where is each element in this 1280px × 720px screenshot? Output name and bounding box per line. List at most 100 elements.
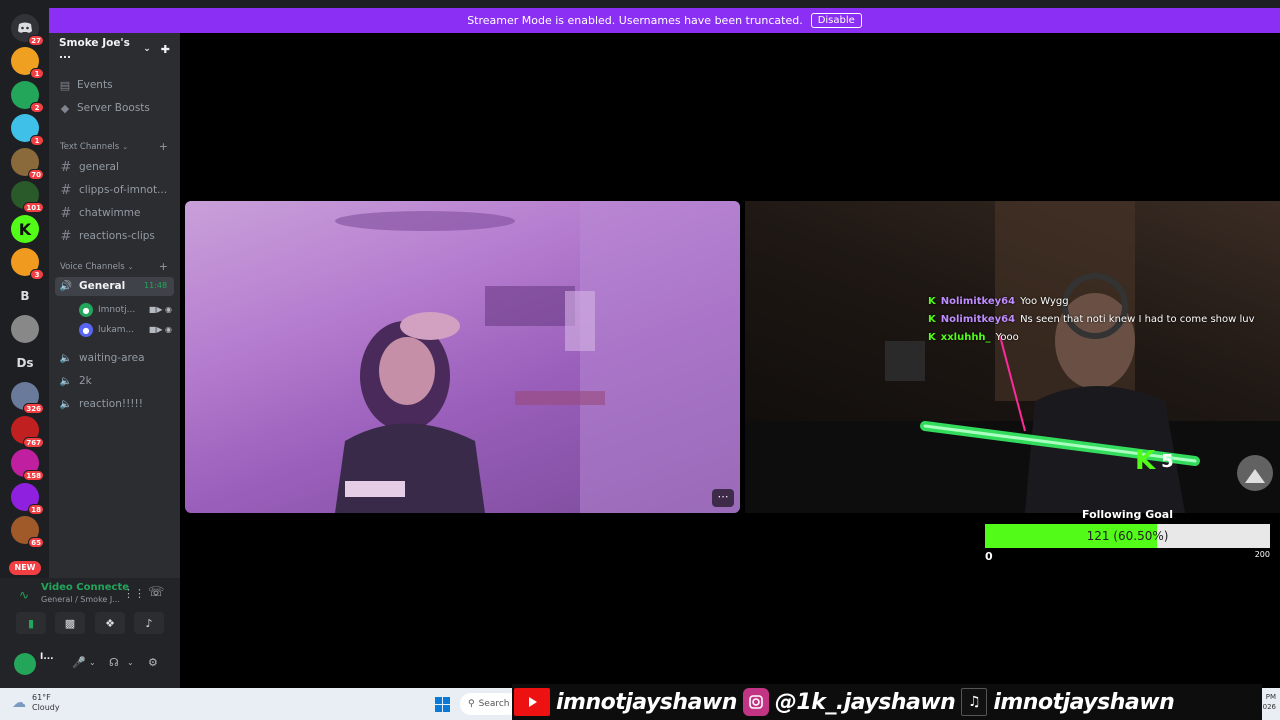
hash-icon: # — [60, 205, 72, 221]
server-icon[interactable]: 70 — [11, 148, 44, 180]
gear-icon[interactable]: ⚙ — [148, 656, 158, 669]
voice-channel-general-label[interactable]: 🔊 General — [59, 277, 125, 295]
channel-label: General — [79, 280, 126, 292]
headphones-icon[interactable]: ☊ — [109, 656, 119, 669]
server-icon[interactable]: 101 — [11, 181, 44, 213]
add-voice-channel-icon[interactable]: + — [159, 260, 168, 273]
activities-button[interactable]: ❖ — [95, 612, 125, 634]
channel-chatwimme[interactable]: # chatwimme — [59, 204, 141, 222]
taskbar-search[interactable]: ⚲ Search — [460, 693, 520, 715]
voice-channel-reaction[interactable]: 🔈 reaction!!!!! — [59, 395, 143, 413]
add-member-icon[interactable]: ✚ — [161, 43, 170, 56]
chat-message: K Nolimitkey64 Ns seen that noti knew I … — [928, 314, 1255, 325]
home-button[interactable]: 27 — [11, 14, 44, 46]
signal-icon: ∿ — [19, 588, 30, 602]
server-icon[interactable] — [11, 315, 39, 343]
weather-temp: 61°F — [32, 693, 51, 702]
category-voice-channels[interactable]: Voice Channels ⌄ — [60, 262, 134, 272]
camera-button[interactable]: ▮ — [16, 612, 46, 634]
server-name: Smoke Joe's ... — [59, 37, 130, 61]
channel-label: general — [79, 161, 119, 173]
clock-bottom: 026 — [1262, 703, 1276, 711]
server-icon[interactable]: 3 — [11, 248, 44, 280]
category-text-channels[interactable]: Text Channels ⌄ — [60, 142, 128, 152]
disable-streamer-mode-button[interactable]: Disable — [810, 13, 862, 28]
voice-user[interactable]: ● Imnotj... — [79, 302, 135, 318]
screen-share-button[interactable]: ▩ — [55, 612, 85, 634]
server-badge: 767 — [23, 437, 44, 448]
server-icon[interactable]: 18 — [11, 483, 44, 515]
channel-label: reactions-clips — [79, 230, 155, 242]
video-tile-camera[interactable]: ⋯ — [185, 201, 740, 513]
voice-channel-waiting-area[interactable]: 🔈 waiting-area — [59, 349, 145, 367]
socials-overlay: imnotjayshawn @1k_.jayshawn ♫ imnotjaysh… — [512, 684, 1262, 720]
voice-user-name: Imnotj... — [98, 305, 136, 315]
chevron-down-icon: ⌄ — [127, 263, 134, 271]
kick-logo-icon: K — [1135, 446, 1156, 476]
channel-label: chatwimme — [79, 207, 141, 219]
hash-icon: # — [60, 182, 72, 198]
server-icon[interactable]: 1 — [11, 47, 44, 79]
speaker-icon: 🔈 — [59, 375, 73, 387]
chevron-down-icon[interactable]: ⌄ — [89, 658, 96, 667]
server-icon[interactable]: Ds — [11, 349, 39, 377]
channel-label: clipps-of-imnot... — [79, 184, 168, 196]
channel-reactions-clips[interactable]: # reactions-clips — [59, 227, 155, 245]
server-icon[interactable]: 767 — [11, 416, 44, 448]
youtube-handle: imnotjayshawn — [556, 689, 737, 715]
server-initial: Ds — [16, 356, 34, 370]
instagram-icon — [742, 688, 769, 716]
weather-widget[interactable]: ☁ 61°F Cloudy — [12, 693, 60, 713]
nav-label: Server Boosts — [77, 102, 150, 114]
user-name[interactable]: I... — [40, 652, 54, 662]
user-panel: ∿ Video Connecte General / Smoke J... ⋮⋮… — [0, 578, 180, 688]
voice-user[interactable]: ● lukam... — [79, 322, 134, 338]
server-icon[interactable]: 158 — [11, 449, 44, 481]
server-icon[interactable]: 2 — [11, 81, 44, 113]
server-icon[interactable]: 1 — [11, 114, 44, 146]
chevron-down-icon[interactable]: ⌄ — [127, 658, 134, 667]
clock[interactable]: PM 026 — [1263, 692, 1276, 712]
soundboard-button[interactable]: ♪ — [134, 612, 164, 634]
avatar: ● — [79, 323, 93, 337]
channel-clipps[interactable]: # clipps-of-imnot... — [59, 181, 168, 199]
disconnect-icon[interactable]: ☏ — [148, 585, 164, 600]
title-strip — [0, 0, 1280, 8]
nav-server-boosts[interactable]: ◆ Server Boosts — [59, 99, 150, 117]
search-label: Search — [478, 699, 510, 709]
channel-general[interactable]: # general — [59, 158, 119, 176]
chat-message: K Nolimitkey64 Yoo Wygg — [928, 296, 1069, 307]
server-icon[interactable]: 65 — [11, 516, 44, 548]
server-header[interactable]: Smoke Joe's ... ⌄ ✚ — [49, 33, 180, 65]
server-icon[interactable]: K — [11, 215, 39, 243]
stream-feed-image — [745, 201, 1280, 513]
server-badge: 65 — [28, 537, 44, 548]
kick-icon: K — [928, 314, 936, 325]
instagram-handle: @1k_.jayshawn — [774, 689, 956, 715]
streamer-mode-banner: Streamer Mode is enabled. Usernames have… — [49, 8, 1280, 33]
start-button[interactable] — [435, 697, 450, 712]
avatar[interactable] — [14, 653, 36, 675]
voice-connected-sub[interactable]: General / Smoke J... — [41, 595, 120, 604]
stream-tile[interactable]: K Nolimitkey64 Yoo Wygg K Nolimitkey64 N… — [745, 201, 1280, 513]
voice-channel-2k[interactable]: 🔈 2k — [59, 372, 92, 390]
camera-icon: ▮ — [27, 616, 35, 630]
server-icon[interactable]: 326 — [11, 382, 44, 414]
add-text-channel-icon[interactable]: + — [159, 140, 168, 153]
home-badge: 27 — [28, 35, 44, 46]
calendar-icon: ▤ — [59, 78, 71, 92]
voice-connected-title[interactable]: Video Connecte — [41, 582, 129, 593]
youtube-icon — [514, 688, 550, 716]
clock-top: PM — [1265, 693, 1276, 701]
nav-events[interactable]: ▤ Events — [59, 76, 113, 94]
microphone-icon[interactable]: 🎤 — [72, 656, 86, 669]
server-badge: 158 — [23, 470, 44, 481]
noise-suppression-icon[interactable]: ⋮⋮ — [123, 587, 145, 600]
chat-text: Yoo Wygg — [1020, 296, 1069, 307]
more-options-button[interactable]: ⋯ — [712, 489, 734, 507]
server-icon[interactable]: B — [11, 282, 39, 310]
goal-progress-label: 121 (60.50%) — [1086, 529, 1169, 543]
goal-max: 200 — [1254, 550, 1270, 559]
camera-icon: ■▶ ◉ — [148, 305, 172, 314]
new-pill: NEW — [9, 561, 41, 575]
